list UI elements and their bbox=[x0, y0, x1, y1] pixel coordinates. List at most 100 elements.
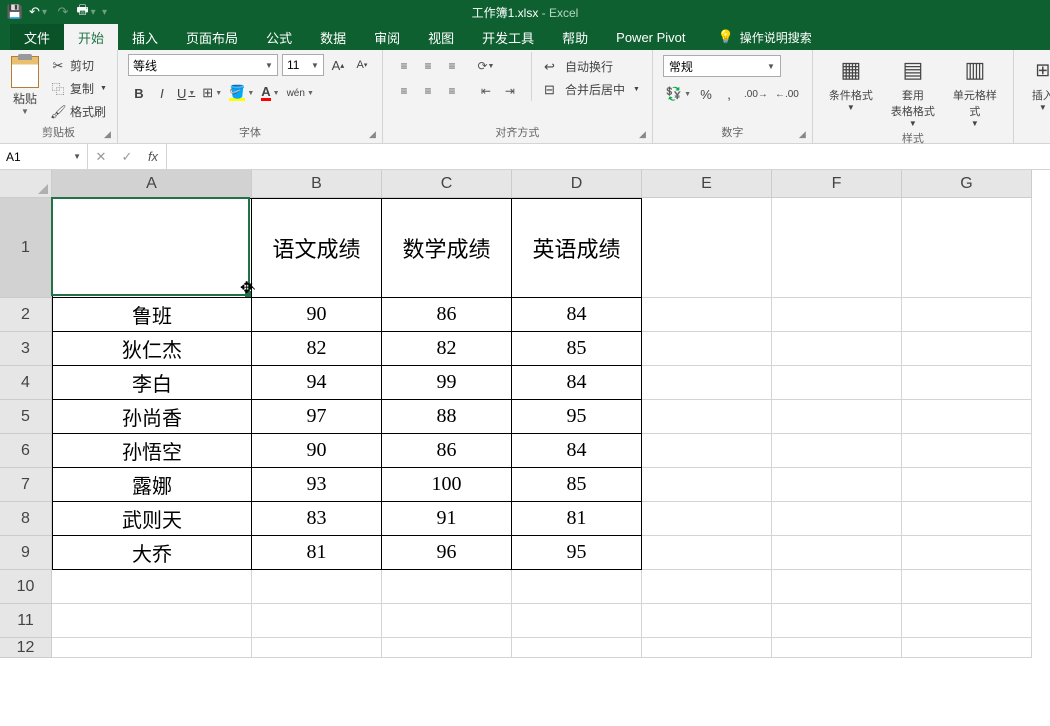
cell-E11[interactable] bbox=[642, 604, 772, 638]
align-right-button[interactable]: ≡ bbox=[441, 81, 463, 101]
cell-F2[interactable] bbox=[772, 298, 902, 332]
cell-G7[interactable] bbox=[902, 468, 1032, 502]
cell-C6[interactable]: 86 bbox=[382, 434, 512, 468]
cell-G1[interactable] bbox=[902, 198, 1032, 298]
cell-B8[interactable]: 83 bbox=[252, 502, 382, 536]
cell-B3[interactable]: 82 bbox=[252, 332, 382, 366]
name-box[interactable]: ▼ bbox=[0, 144, 88, 169]
cell-F8[interactable] bbox=[772, 502, 902, 536]
cell-G5[interactable] bbox=[902, 400, 1032, 434]
grow-font-button[interactable]: A▴ bbox=[328, 54, 348, 76]
row-header-9[interactable]: 9 bbox=[0, 536, 51, 570]
comma-button[interactable]: , bbox=[718, 83, 740, 105]
tab-formulas[interactable]: 公式 bbox=[252, 24, 306, 50]
fill-color-button[interactable]: 🪣▼ bbox=[226, 82, 257, 104]
increase-decimal-button[interactable]: .00→ bbox=[741, 83, 771, 105]
col-header-B[interactable]: B bbox=[252, 170, 382, 197]
cell-A1[interactable] bbox=[52, 198, 252, 298]
col-header-D[interactable]: D bbox=[512, 170, 642, 197]
row-header-11[interactable]: 11 bbox=[0, 604, 51, 638]
cell-G12[interactable] bbox=[902, 638, 1032, 658]
cell-B11[interactable] bbox=[252, 604, 382, 638]
cell-D9[interactable]: 95 bbox=[512, 536, 642, 570]
cell-E12[interactable] bbox=[642, 638, 772, 658]
cell-D7[interactable]: 85 bbox=[512, 468, 642, 502]
cell-G11[interactable] bbox=[902, 604, 1032, 638]
cell-E3[interactable] bbox=[642, 332, 772, 366]
cell-A2[interactable]: 鲁班 bbox=[52, 298, 252, 332]
qat-customize-icon[interactable]: ▾ bbox=[102, 7, 107, 18]
format-painter-button[interactable]: 🖌格式刷 bbox=[48, 102, 109, 121]
cell-D11[interactable] bbox=[512, 604, 642, 638]
font-size-select[interactable]: 11▼ bbox=[282, 54, 324, 76]
decrease-decimal-button[interactable]: ←.00 bbox=[772, 83, 802, 105]
cell-A5[interactable]: 孙尚香 bbox=[52, 400, 252, 434]
cell-B7[interactable]: 93 bbox=[252, 468, 382, 502]
cell-D8[interactable]: 81 bbox=[512, 502, 642, 536]
cancel-button[interactable]: ✕ bbox=[88, 144, 114, 169]
spreadsheet-grid[interactable]: ABCDEFG 123456789101112 语文成绩数学成绩英语成绩鲁班90… bbox=[0, 170, 1050, 726]
save-button[interactable]: 💾 bbox=[4, 1, 26, 23]
cell-D4[interactable]: 84 bbox=[512, 366, 642, 400]
row-header-1[interactable]: 1 bbox=[0, 198, 51, 298]
cell-C7[interactable]: 100 bbox=[382, 468, 512, 502]
col-header-F[interactable]: F bbox=[772, 170, 902, 197]
row-header-3[interactable]: 3 bbox=[0, 332, 51, 366]
cell-E6[interactable] bbox=[642, 434, 772, 468]
cell-F3[interactable] bbox=[772, 332, 902, 366]
tell-me-search[interactable]: 💡 操作说明搜索 bbox=[708, 24, 822, 50]
cell-G9[interactable] bbox=[902, 536, 1032, 570]
cut-button[interactable]: ✂剪切 bbox=[48, 56, 109, 75]
row-header-5[interactable]: 5 bbox=[0, 400, 51, 434]
tab-dev[interactable]: 开发工具 bbox=[468, 24, 548, 50]
cell-A11[interactable] bbox=[52, 604, 252, 638]
cell-D10[interactable] bbox=[512, 570, 642, 604]
col-header-E[interactable]: E bbox=[642, 170, 772, 197]
name-box-dropdown-icon[interactable]: ▼ bbox=[73, 152, 81, 161]
print-preview-button[interactable]: 🖶▾ bbox=[76, 1, 98, 23]
cell-B10[interactable] bbox=[252, 570, 382, 604]
wrap-text-button[interactable]: ↩自动换行 bbox=[540, 55, 644, 78]
underline-button[interactable]: U▼ bbox=[174, 82, 198, 104]
align-bottom-button[interactable]: ≡ bbox=[441, 56, 463, 76]
cell-C4[interactable]: 99 bbox=[382, 366, 512, 400]
cell-A12[interactable] bbox=[52, 638, 252, 658]
italic-button[interactable]: I bbox=[151, 82, 173, 104]
shrink-font-button[interactable]: A▾ bbox=[352, 54, 372, 76]
cell-D1[interactable]: 英语成绩 bbox=[512, 198, 642, 298]
font-name-select[interactable]: 等线▼ bbox=[128, 54, 278, 76]
cell-styles-button[interactable]: ▥ 单元格样式▼ bbox=[949, 56, 1001, 128]
tab-data[interactable]: 数据 bbox=[306, 24, 360, 50]
row-header-12[interactable]: 12 bbox=[0, 638, 51, 658]
cell-G4[interactable] bbox=[902, 366, 1032, 400]
cell-A8[interactable]: 武则天 bbox=[52, 502, 252, 536]
enter-button[interactable]: ✓ bbox=[114, 144, 140, 169]
cell-C8[interactable]: 91 bbox=[382, 502, 512, 536]
cell-C10[interactable] bbox=[382, 570, 512, 604]
row-header-4[interactable]: 4 bbox=[0, 366, 51, 400]
cell-E8[interactable] bbox=[642, 502, 772, 536]
number-launcher-icon[interactable]: ◢ bbox=[799, 129, 806, 140]
select-all-corner[interactable] bbox=[0, 170, 52, 198]
cell-F5[interactable] bbox=[772, 400, 902, 434]
cell-C3[interactable]: 82 bbox=[382, 332, 512, 366]
cell-D2[interactable]: 84 bbox=[512, 298, 642, 332]
alignment-launcher-icon[interactable]: ◢ bbox=[639, 129, 646, 140]
align-top-button[interactable]: ≡ bbox=[393, 56, 415, 76]
cell-G2[interactable] bbox=[902, 298, 1032, 332]
row-header-10[interactable]: 10 bbox=[0, 570, 51, 604]
cell-C5[interactable]: 88 bbox=[382, 400, 512, 434]
col-header-A[interactable]: A bbox=[52, 170, 252, 197]
cell-F12[interactable] bbox=[772, 638, 902, 658]
cell-F6[interactable] bbox=[772, 434, 902, 468]
insert-cells-button[interactable]: ⊞ 插入▼ bbox=[1024, 56, 1050, 112]
tab-review[interactable]: 审阅 bbox=[360, 24, 414, 50]
border-button[interactable]: ⊞▼ bbox=[199, 82, 225, 104]
bold-button[interactable]: B bbox=[128, 82, 150, 104]
cell-E1[interactable] bbox=[642, 198, 772, 298]
cell-G3[interactable] bbox=[902, 332, 1032, 366]
row-header-6[interactable]: 6 bbox=[0, 434, 51, 468]
undo-button[interactable]: ↶▾ bbox=[28, 1, 50, 23]
row-header-8[interactable]: 8 bbox=[0, 502, 51, 536]
copy-button[interactable]: ⿻复制▼ bbox=[48, 78, 109, 99]
